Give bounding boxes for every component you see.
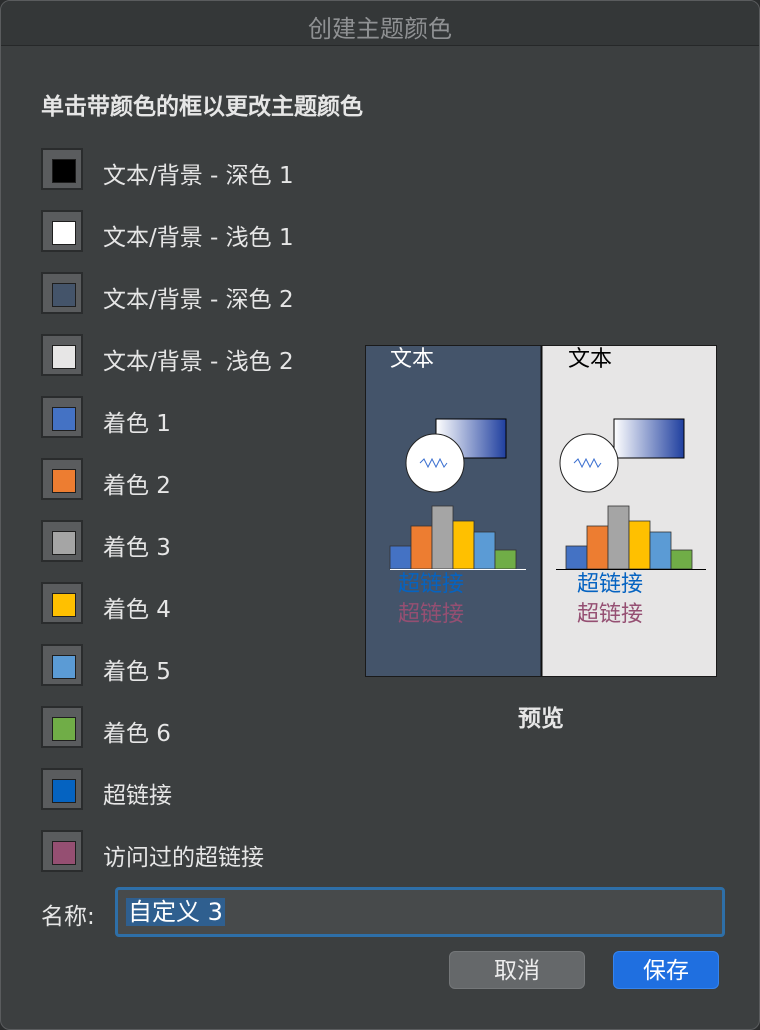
theme-color-label: 访问过的超链接 [103, 845, 264, 871]
preview-bar [565, 545, 588, 570]
preview-bar [649, 531, 672, 570]
cancel-button[interactable]: 取消 [449, 951, 585, 989]
theme-color-row: 着色 3 [41, 520, 361, 566]
preview-bar [431, 505, 454, 570]
theme-color-label: 着色 6 [103, 721, 171, 747]
theme-color-label: 着色 2 [103, 473, 171, 499]
theme-color-label: 着色 5 [103, 659, 171, 685]
preview-text-light: 文本 [568, 347, 612, 372]
preview-text-dark: 文本 [390, 347, 434, 372]
title-bar: 创建主题颜色 [1, 1, 759, 46]
theme-color-label: 超链接 [103, 783, 172, 809]
theme-color-label: 着色 4 [103, 597, 171, 623]
color-swatch-fill [52, 593, 76, 617]
color-swatch-button[interactable] [41, 272, 83, 314]
color-swatch-button[interactable] [41, 830, 83, 872]
save-button[interactable]: 保存 [613, 951, 719, 989]
theme-color-label: 文本/背景 - 浅色 1 [103, 225, 294, 251]
theme-color-label: 文本/背景 - 深色 1 [103, 163, 294, 189]
color-swatch-button[interactable] [41, 768, 83, 810]
theme-color-row: 访问过的超链接 [41, 830, 361, 876]
theme-color-label: 着色 3 [103, 535, 171, 561]
theme-color-row: 文本/背景 - 浅色 1 [41, 210, 361, 256]
theme-color-row: 着色 2 [41, 458, 361, 504]
preview-frame: 文本 超链接 超链接 文本 超链接 超链接 [365, 345, 717, 677]
color-swatch-fill [52, 841, 76, 865]
theme-color-label: 文本/背景 - 浅色 2 [103, 349, 294, 375]
theme-color-row: 文本/背景 - 深色 2 [41, 272, 361, 318]
preview-bar [586, 525, 609, 570]
color-swatch-fill [52, 469, 76, 493]
color-swatch-fill [52, 345, 76, 369]
color-swatch-button[interactable] [41, 644, 83, 686]
preview-circle [405, 433, 465, 493]
preview-hyperlink-dark: 超链接 [398, 572, 464, 597]
preview-bar [410, 525, 433, 570]
name-label: 名称: [41, 904, 95, 930]
color-swatch-button[interactable] [41, 148, 83, 190]
color-swatch-fill [52, 221, 76, 245]
preview-bar [607, 505, 630, 570]
preview-illustration: 文本超链接超链接文本超链接超链接 [366, 346, 716, 676]
preview-bar [494, 549, 517, 570]
dialog-title: 创建主题颜色 [308, 15, 452, 43]
theme-color-label: 文本/背景 - 深色 2 [103, 287, 294, 313]
theme-color-label: 着色 1 [103, 411, 171, 437]
theme-color-row: 文本/背景 - 深色 1 [41, 148, 361, 194]
instruction-text: 单击带颜色的框以更改主题颜色 [41, 94, 363, 120]
color-swatch-button[interactable] [41, 582, 83, 624]
preview-bar [628, 520, 651, 570]
preview-bar [473, 531, 496, 570]
color-swatch-fill [52, 407, 76, 431]
color-swatch-button[interactable] [41, 520, 83, 562]
color-swatch-button[interactable] [41, 706, 83, 748]
preview-circle [559, 433, 619, 493]
name-input[interactable]: 自定义 3 [115, 887, 725, 937]
color-swatch-fill [52, 283, 76, 307]
color-swatch-fill [52, 159, 76, 183]
color-swatch-fill [52, 779, 76, 803]
preview-bar [670, 549, 693, 570]
preview-hyperlink-light: 超链接 [577, 572, 643, 597]
theme-color-row: 着色 1 [41, 396, 361, 442]
preview-bar [452, 520, 475, 570]
create-theme-colors-dialog: 创建主题颜色 单击带颜色的框以更改主题颜色 文本/背景 - 深色 1 文本/背景 … [0, 0, 760, 1030]
color-swatch-fill [52, 531, 76, 555]
color-swatch-fill [52, 717, 76, 741]
preview-bar [389, 545, 412, 570]
color-swatch-button[interactable] [41, 210, 83, 252]
theme-color-row: 着色 4 [41, 582, 361, 628]
color-swatch-fill [52, 655, 76, 679]
color-swatch-button[interactable] [41, 334, 83, 376]
name-input-value: 自定义 3 [126, 898, 225, 926]
theme-color-row: 超链接 [41, 768, 361, 814]
theme-color-row: 着色 5 [41, 644, 361, 690]
theme-color-row: 文本/背景 - 浅色 2 [41, 334, 361, 380]
color-swatch-button[interactable] [41, 396, 83, 438]
preview-gradient-box [613, 418, 685, 459]
theme-color-row: 着色 6 [41, 706, 361, 752]
preview-visited-hyperlink-light: 超链接 [577, 602, 643, 627]
preview-visited-hyperlink-dark: 超链接 [398, 602, 464, 627]
preview-label: 预览 [518, 706, 564, 732]
color-swatch-button[interactable] [41, 458, 83, 500]
